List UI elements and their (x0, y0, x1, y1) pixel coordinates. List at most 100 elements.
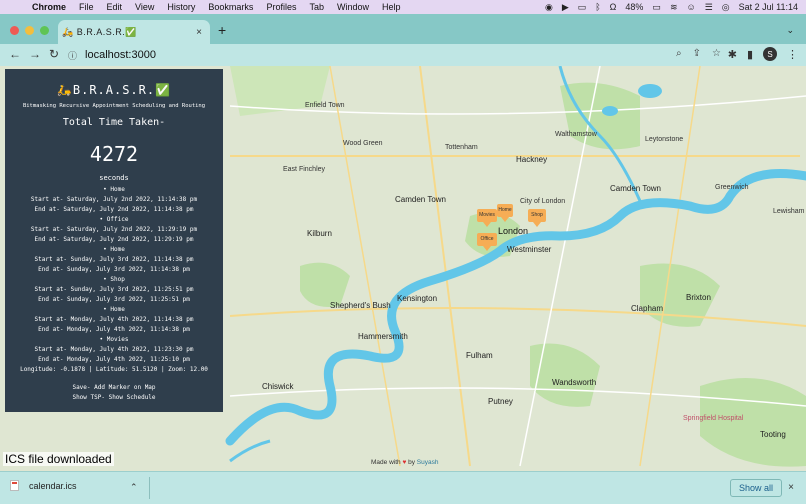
schedule-start: Start at- Sunday, July 3rd 2022, 11:25:5… (34, 286, 194, 293)
place-tooting: Tooting (760, 430, 786, 439)
schedule-panel: 🛵B.R.A.S.R.✅ Bitmasking Recursive Appoin… (5, 69, 223, 412)
file-icon (10, 480, 19, 491)
place-enfield-town: Enfield Town (305, 102, 345, 109)
place-wood-green: Wood Green (343, 140, 383, 147)
total-time-label: Total Time Taken- (62, 117, 166, 128)
schedule-end: End at- Monday, July 4th 2022, 11:14:38 … (38, 326, 190, 333)
app-subtitle: Bitmasking Recursive Appointment Schedul… (22, 103, 206, 109)
place-shepherds-bush: Shepherd's Bush (330, 301, 391, 310)
schedule-start: Start at- Sunday, July 3rd 2022, 11:14:3… (34, 256, 194, 263)
record-icon[interactable]: ◉ (545, 2, 553, 13)
schedule-place: • Home (103, 186, 125, 193)
close-window-button[interactable] (10, 26, 19, 35)
schedule-start: Start at- Monday, July 4th 2022, 11:14:3… (34, 316, 194, 323)
browser-tab-bar: 🛵 B.R.A.S.R.✅ × + ⌄ (0, 14, 806, 44)
place-camden-town: Camden Town (395, 195, 446, 204)
download-filename[interactable]: calendar.ics (29, 481, 77, 491)
made-with-text: Made with (371, 459, 401, 466)
ics-download-toast: ICS file downloaded (3, 452, 114, 466)
site-info-icon[interactable]: ⓘ (68, 49, 77, 62)
schedule-place: • Home (103, 246, 125, 253)
address-bar[interactable]: ⓘ localhost:3000 ⌕ ⇪ ☆ (66, 46, 721, 64)
made-with-credit: Made with ♥ by Suyash (371, 459, 438, 466)
place-hammersmith: Hammersmith (358, 332, 408, 341)
user-icon[interactable]: ☺ (686, 2, 695, 12)
headphones-icon[interactable]: Ω (610, 2, 617, 12)
toolbar-right: ✱ ▮ S ⋮ (728, 47, 798, 61)
bluetooth-icon[interactable]: ᛒ (595, 2, 600, 12)
place-putney: Putney (488, 397, 513, 406)
menu-help[interactable]: Help (382, 2, 401, 12)
menu-view[interactable]: View (135, 2, 154, 12)
bookmark-star-icon[interactable]: ☆ (712, 48, 721, 59)
show-all-button[interactable]: Show all (730, 479, 782, 497)
total-time-value: 4272 (89, 142, 139, 166)
zoom-window-button[interactable] (40, 26, 49, 35)
share-icon[interactable]: ⇪ (693, 48, 701, 59)
menu-app-chrome[interactable]: Chrome (32, 2, 66, 12)
omnibox-actions: ⌕ ⇪ ☆ (676, 48, 721, 59)
minimize-window-button[interactable] (25, 26, 34, 35)
browser-toolbar: ← → ↻ ⓘ localhost:3000 ⌕ ⇪ ☆ ✱ ▮ S ⋮ (0, 44, 806, 66)
tab-search-chevron-icon[interactable]: ⌄ (786, 25, 794, 36)
menu-tab[interactable]: Tab (309, 2, 324, 12)
download-item[interactable]: calendar.ics (10, 480, 77, 491)
schedule-end: End at- Monday, July 4th 2022, 11:25:10 … (38, 356, 190, 363)
schedule-place: • Office (99, 216, 129, 223)
side-panel-icon[interactable]: ▮ (747, 48, 753, 61)
place-east-finchley: East Finchley (283, 166, 326, 173)
map-marker-shop[interactable]: Shop (528, 209, 546, 227)
help-show: Show TSP- Show Schedule (72, 394, 156, 401)
profile-avatar[interactable]: S (763, 47, 777, 61)
window-controls (10, 26, 49, 35)
battery-icon[interactable]: ▭ (652, 2, 661, 13)
menu-profiles[interactable]: Profiles (266, 2, 296, 12)
schedule-end: End at- Sunday, July 3rd 2022, 11:25:51 … (38, 296, 190, 303)
extensions-icon[interactable]: ✱ (728, 48, 737, 61)
siri-icon[interactable]: ◎ (722, 2, 730, 13)
display-icon[interactable]: ▭ (578, 2, 587, 13)
tab-brasr[interactable]: 🛵 B.R.A.S.R.✅ × (58, 20, 210, 44)
kebab-menu-icon[interactable]: ⋮ (787, 48, 798, 61)
place-walthamstow: Walthamstow (555, 131, 597, 138)
schedule-start: Start at- Saturday, July 2nd 2022, 11:29… (30, 226, 198, 233)
author-link[interactable]: Suyash (417, 459, 439, 466)
menu-edit[interactable]: Edit (107, 2, 123, 12)
menu-file[interactable]: File (79, 2, 94, 12)
place-chiswick: Chiswick (262, 382, 294, 391)
place-tottenham: Tottenham (445, 144, 478, 151)
wifi-icon[interactable]: ≋ (670, 2, 678, 13)
close-icon[interactable]: × (788, 482, 794, 493)
tab-close-icon[interactable]: × (196, 27, 202, 38)
menu-history[interactable]: History (167, 2, 195, 12)
place-wandsworth: Wandsworth (552, 378, 597, 387)
schedule-start: Start at- Saturday, July 2nd 2022, 11:14… (30, 196, 198, 203)
chevron-up-icon[interactable]: ⌃ (130, 482, 138, 493)
place-springfield-hospital: Springfield Hospital (683, 415, 744, 422)
menu-window[interactable]: Window (337, 2, 369, 12)
new-tab-button[interactable]: + (218, 22, 226, 38)
map-marker-home[interactable]: Home (497, 204, 513, 222)
menu-bookmarks[interactable]: Bookmarks (208, 2, 253, 12)
schedule-place: • Shop (103, 276, 125, 283)
place-brixton: Brixton (686, 293, 711, 302)
by-text: by (408, 459, 415, 466)
battery-percent[interactable]: 48% (625, 2, 643, 12)
macos-menubar: Chrome File Edit View History Bookmarks … (0, 0, 806, 14)
total-time-unit: seconds (99, 174, 129, 182)
back-button[interactable]: ← (9, 47, 21, 61)
reload-button[interactable]: ↻ (49, 47, 59, 61)
map-coordinates: Longitude: -0.1878 | Latitude: 51.5120 |… (20, 366, 208, 373)
map-marker-office[interactable]: Office (477, 233, 497, 251)
play-icon[interactable]: ▶ (562, 2, 569, 13)
clock[interactable]: Sat 2 Jul 11:14 (739, 2, 798, 12)
help-save: Save- Add Marker on Map (72, 384, 156, 391)
schedule-list: • Home Start at- Saturday, July 2nd 2022… (5, 185, 223, 365)
map-marker-movies[interactable]: Movies (477, 209, 497, 227)
forward-button[interactable]: → (29, 47, 41, 61)
zoom-icon[interactable]: ⌕ (676, 48, 682, 59)
url-text[interactable]: localhost:3000 (85, 49, 156, 61)
control-center-icon[interactable]: ☰ (705, 2, 713, 13)
place-kensington: Kensington (397, 294, 438, 303)
schedule-place: • Home (103, 306, 125, 313)
